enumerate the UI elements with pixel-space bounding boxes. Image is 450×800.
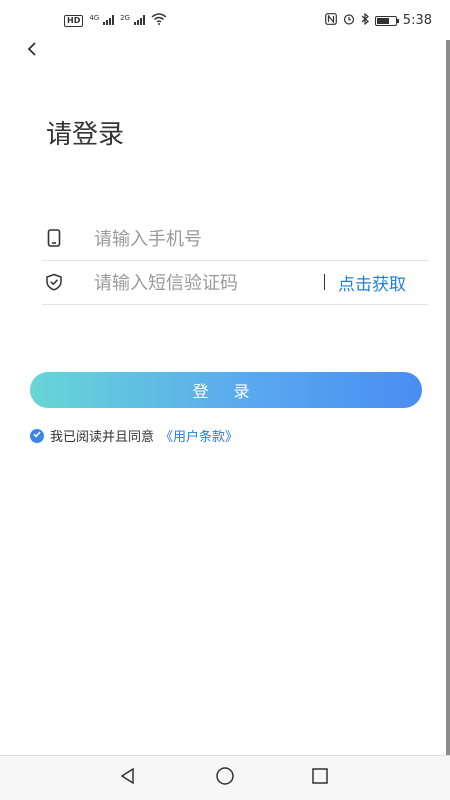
phone-input[interactable] — [92, 222, 316, 256]
battery-level — [376, 17, 390, 24]
signal-icon — [103, 14, 115, 25]
phone-field — [42, 216, 428, 261]
get-code-button[interactable]: 点击获取 — [338, 270, 406, 295]
status-bar-left: HD 4G 2G — [64, 13, 167, 28]
wifi-icon — [151, 13, 167, 28]
terms-link[interactable]: 《用户条款》 — [160, 426, 238, 445]
circle-home-icon — [215, 766, 235, 790]
scroll-edge — [446, 40, 450, 756]
triangle-back-icon — [118, 766, 138, 790]
chevron-left-icon — [26, 41, 38, 60]
bluetooth-icon — [361, 12, 369, 28]
network-1-label: 4G — [89, 13, 100, 22]
nfc-icon — [324, 13, 337, 28]
navigation-bar — [0, 755, 450, 800]
status-bar: HD 4G 2G 5:38 — [0, 0, 450, 40]
check-icon — [32, 428, 42, 443]
login-button[interactable]: 登 录 — [30, 372, 422, 408]
signal-icon — [133, 14, 145, 25]
network-2-indicator: 2G — [120, 14, 145, 28]
field-divider — [324, 274, 325, 290]
agreement-text: 我已阅读并且同意 — [50, 430, 155, 445]
status-bar-right: 5:38 — [324, 12, 432, 28]
nav-back-button[interactable] — [116, 766, 140, 790]
shield-check-icon — [44, 272, 64, 292]
code-field: 点击获取 — [42, 260, 428, 305]
network-1-indicator: 4G — [89, 13, 115, 28]
page-title: 请登录 — [46, 120, 125, 150]
back-button[interactable] — [18, 36, 46, 64]
alarm-icon — [343, 13, 355, 28]
battery-icon — [374, 15, 399, 26]
status-time: 5:38 — [402, 13, 432, 28]
network-2-label: 2G — [120, 13, 130, 22]
hd-badge: HD — [64, 14, 84, 27]
phone-icon — [44, 228, 64, 248]
agreement-checkbox[interactable] — [30, 428, 44, 443]
nav-recents-button[interactable] — [308, 766, 332, 790]
code-input[interactable] — [92, 266, 316, 300]
square-recents-icon — [310, 766, 330, 790]
agreement-row: 我已阅读并且同意 《用户条款》 — [30, 426, 238, 445]
nav-home-button[interactable] — [213, 766, 237, 790]
